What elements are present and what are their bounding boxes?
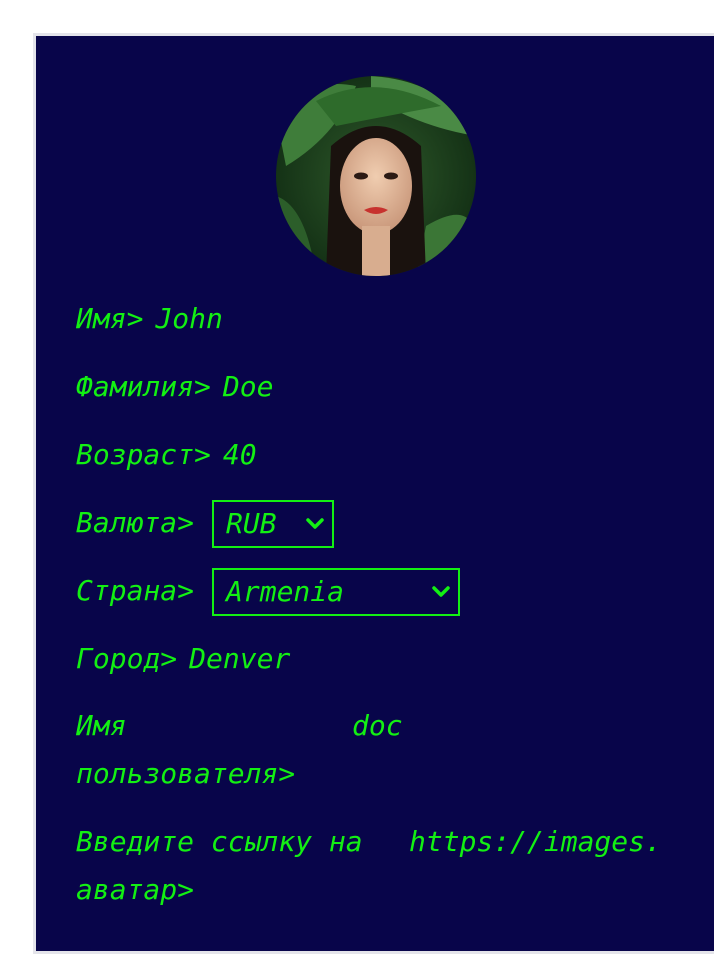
- username-label-line1: Имя: [76, 709, 127, 742]
- avatar-url-label-line1: Введите ссылку на: [76, 825, 363, 858]
- username-label-line2: пользователя>: [76, 757, 296, 790]
- avatar: [276, 76, 476, 276]
- chevron-down-icon: [432, 586, 450, 597]
- avatar-image: [276, 76, 476, 276]
- age-value[interactable]: 40: [223, 438, 257, 472]
- last-name-value[interactable]: Doe: [223, 370, 274, 404]
- country-row: Страна>: [76, 574, 194, 608]
- first-name-value[interactable]: John: [155, 302, 222, 336]
- country-label: Страна>: [76, 574, 195, 607]
- username-label: Имя пользователя>: [76, 702, 295, 798]
- age-label: Возраст>: [76, 438, 211, 471]
- currency-select[interactable]: RUB: [212, 500, 334, 548]
- chevron-down-icon: [306, 518, 324, 529]
- last-name-row: Фамилия> Doe: [76, 370, 273, 404]
- currency-row: Валюта>: [76, 506, 194, 540]
- avatar-url-label-line2: аватар>: [76, 873, 195, 906]
- currency-selected-value: RUB: [226, 507, 277, 540]
- city-value[interactable]: Denver: [189, 642, 290, 676]
- city-label: Город>: [76, 642, 178, 675]
- first-name-row: Имя> John: [76, 302, 223, 336]
- last-name-label: Фамилия>: [76, 370, 211, 403]
- username-value[interactable]: doc: [352, 702, 403, 750]
- city-row: Город> Denver: [76, 642, 290, 676]
- avatar-url-label: Введите ссылку на аватар>: [76, 818, 363, 914]
- currency-label: Валюта>: [76, 506, 195, 539]
- country-select[interactable]: Armenia: [212, 568, 460, 616]
- profile-panel: Имя> John Фамилия> Doe Возраст> 40 Валюта> …: [33, 33, 714, 954]
- country-selected-value: Armenia: [226, 575, 345, 608]
- avatar-url-value[interactable]: https://images.: [409, 818, 662, 866]
- age-row: Возраст> 40: [76, 438, 257, 472]
- first-name-label: Имя>: [76, 302, 144, 335]
